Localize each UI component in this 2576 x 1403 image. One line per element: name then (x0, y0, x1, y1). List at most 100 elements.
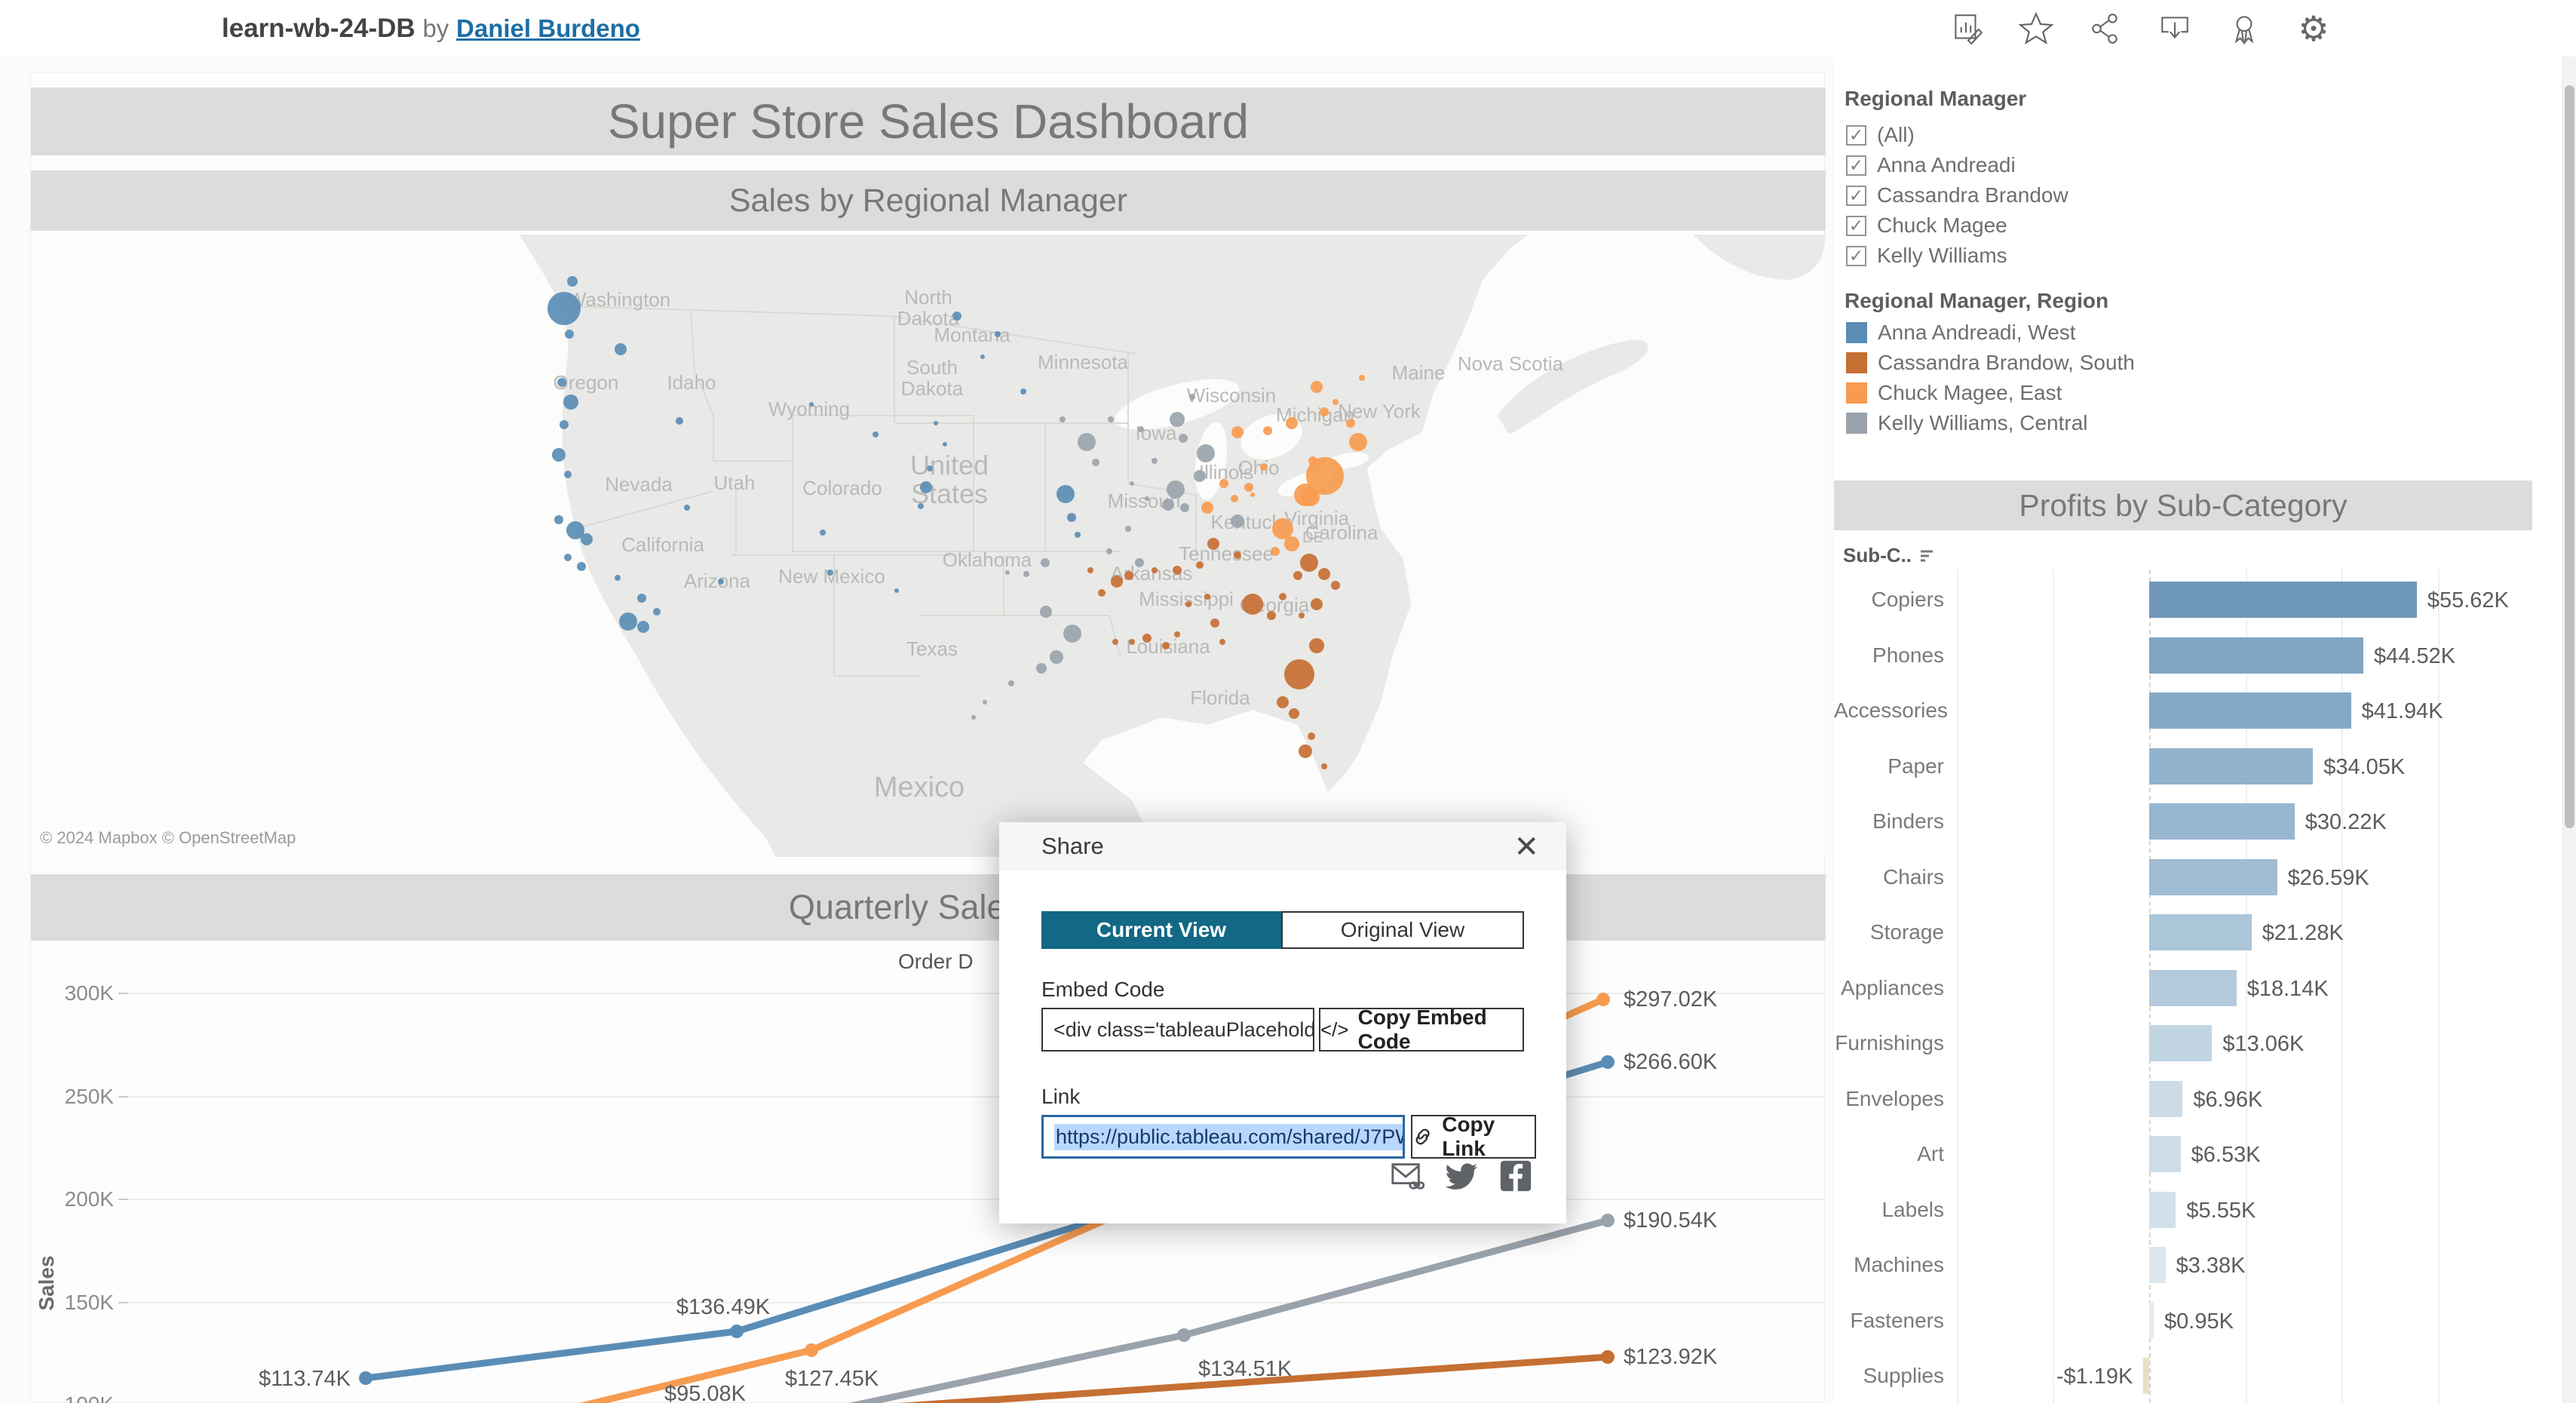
map-dot[interactable] (1092, 459, 1099, 466)
map-dot[interactable] (1063, 625, 1081, 643)
page-scrollbar-track[interactable] (2562, 57, 2576, 1403)
map-dot[interactable] (1098, 589, 1106, 597)
map-dot[interactable] (1293, 571, 1302, 580)
map-dot[interactable] (1300, 554, 1318, 572)
map-dot[interactable] (1180, 503, 1189, 512)
map-dot[interactable] (718, 579, 724, 585)
map-dot[interactable] (1277, 696, 1289, 708)
map-dot[interactable] (1167, 480, 1185, 499)
map-dot[interactable] (918, 503, 924, 509)
filter-item-chuck-magee[interactable]: ✓Chuck Magee (1846, 213, 2007, 238)
data-point[interactable] (1601, 1214, 1615, 1227)
map-dot[interactable] (554, 515, 563, 524)
filter-item-anna-andreadi[interactable]: ✓Anna Andreadi (1846, 153, 2016, 177)
map-dot[interactable] (1309, 638, 1324, 653)
map-dot[interactable] (1075, 532, 1081, 538)
map-dot[interactable] (1308, 732, 1315, 740)
map-dot[interactable] (1250, 493, 1255, 497)
map-dot[interactable] (619, 612, 637, 631)
facebook-icon[interactable] (1498, 1159, 1533, 1193)
profit-bar-accessories[interactable] (2149, 692, 2351, 729)
map-dot[interactable] (1272, 518, 1293, 539)
map-dot[interactable] (1152, 458, 1158, 464)
profit-bar-paper[interactable] (2149, 748, 2313, 784)
copy-link-button[interactable]: Copy Link (1411, 1115, 1536, 1159)
map-dot[interactable] (1174, 631, 1180, 637)
author-link[interactable]: Daniel Burdeno (456, 14, 640, 42)
map-dot[interactable] (1125, 526, 1131, 532)
map-dot[interactable] (1318, 568, 1330, 580)
map-dot[interactable] (564, 471, 572, 478)
map-dot[interactable] (1231, 514, 1244, 528)
map-dot[interactable] (1173, 566, 1182, 575)
profit-bar-furnishings[interactable] (2149, 1025, 2212, 1061)
map-dot[interactable] (676, 417, 683, 425)
map-dot[interactable] (1145, 496, 1149, 501)
profit-bar-art[interactable] (2149, 1136, 2181, 1172)
filter-item-cassandra-brandow[interactable]: ✓Cassandra Brandow (1846, 183, 2068, 207)
map-dot[interactable] (971, 715, 976, 720)
profit-bar-storage[interactable] (2149, 914, 2252, 950)
map-dot[interactable] (1194, 470, 1206, 482)
favorite-star-icon[interactable] (2018, 11, 2054, 47)
map-dot[interactable] (1210, 619, 1219, 628)
map-dot[interactable] (827, 569, 833, 576)
map-dot[interactable] (1087, 567, 1093, 573)
profit-bar-fasteners[interactable] (2149, 1303, 2154, 1339)
map-dot[interactable] (552, 448, 566, 462)
map-dot[interactable] (1201, 502, 1213, 514)
map-dot[interactable] (1286, 417, 1298, 429)
map-dot[interactable] (1162, 642, 1170, 649)
map-dot[interactable] (920, 481, 932, 493)
map-dot[interactable] (1244, 483, 1253, 492)
map-dot[interactable] (1124, 571, 1133, 580)
link-input[interactable]: https://public.tableau.com/shared/J7PW (1041, 1115, 1405, 1159)
profit-bar-machines[interactable] (2149, 1247, 2166, 1283)
map-dot[interactable] (1349, 433, 1367, 451)
map-dot[interactable] (1311, 598, 1323, 610)
map-dot[interactable] (980, 355, 985, 359)
profit-bar-copiers[interactable] (2149, 582, 2417, 618)
map-dot[interactable] (577, 562, 586, 571)
map-dot[interactable] (637, 621, 649, 633)
map-dot[interactable] (1020, 388, 1026, 394)
data-point[interactable] (1601, 1055, 1615, 1069)
map-dot[interactable] (1170, 412, 1185, 427)
share-icon[interactable] (2087, 11, 2124, 47)
tab-original-view[interactable]: Original View (1281, 911, 1524, 949)
map-dot[interactable] (1106, 548, 1112, 554)
map-dot[interactable] (1231, 426, 1244, 438)
map-dot[interactable] (1036, 663, 1047, 674)
map-dot[interactable] (1056, 485, 1075, 503)
map-dot[interactable] (1331, 581, 1340, 590)
sales-map[interactable]: WashingtonMontanaNorthDakotaSouthDakotaM… (31, 235, 1826, 857)
map-dot[interactable] (564, 554, 572, 561)
map-dot[interactable] (1299, 612, 1305, 619)
map-dot[interactable] (1040, 606, 1052, 618)
data-point[interactable] (359, 1371, 373, 1385)
copy-embed-code-button[interactable]: </> Copy Embed Code (1319, 1008, 1524, 1051)
profit-bar-supplies[interactable] (2143, 1358, 2149, 1394)
map-dot[interactable] (1142, 634, 1152, 643)
map-dot[interactable] (995, 331, 1001, 337)
map-dot[interactable] (1242, 594, 1263, 615)
data-point[interactable] (1601, 1350, 1615, 1364)
map-dot[interactable] (615, 343, 627, 355)
map-dot[interactable] (1219, 479, 1228, 488)
profit-bar-binders[interactable] (2149, 803, 2295, 840)
map-dot[interactable] (1196, 561, 1204, 569)
filter-item-kelly-williams[interactable]: ✓Kelly Williams (1846, 244, 2007, 268)
map-dot[interactable] (1359, 375, 1365, 381)
map-dot[interactable] (952, 312, 961, 321)
map-dot[interactable] (983, 700, 987, 705)
map-dot[interactable] (1008, 680, 1014, 686)
data-point[interactable] (730, 1325, 744, 1338)
map-dot[interactable] (563, 394, 578, 410)
checkbox-icon[interactable]: ✓ (1846, 125, 1866, 146)
profit-bar-envelopes[interactable] (2149, 1081, 2182, 1117)
map-dot[interactable] (637, 594, 646, 603)
map-dot[interactable] (684, 505, 690, 511)
map-dot[interactable] (615, 575, 621, 581)
map-dot[interactable] (1207, 538, 1219, 550)
map-dot[interactable] (1179, 434, 1188, 443)
